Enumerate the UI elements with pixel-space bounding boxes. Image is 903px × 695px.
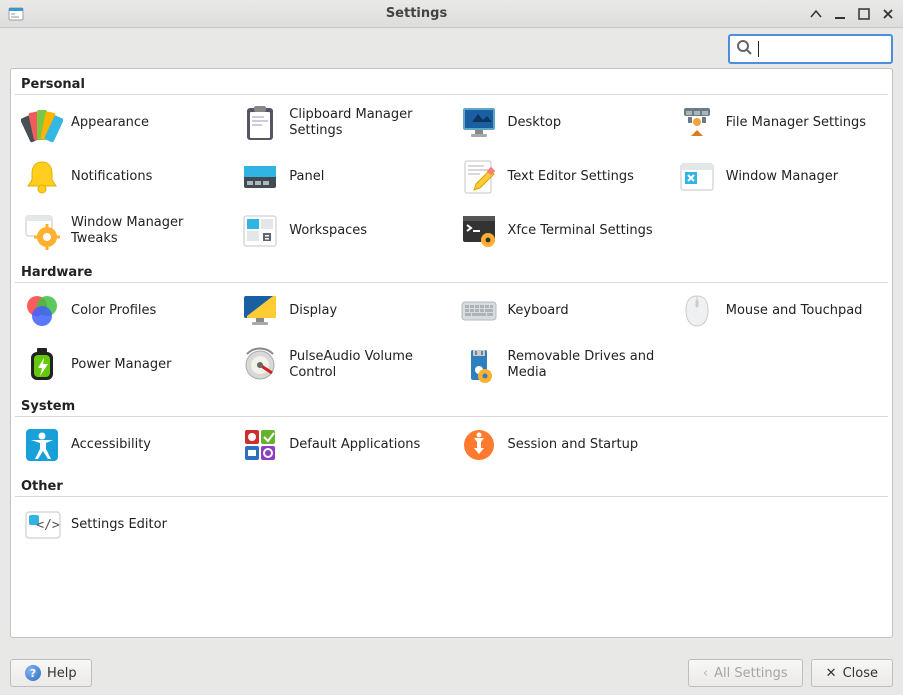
item-label: Color Profiles: [71, 303, 156, 319]
section-other: Settings Editor: [15, 499, 888, 551]
search-box[interactable]: [728, 34, 893, 64]
display-icon: [239, 290, 281, 332]
item-label: Settings Editor: [71, 517, 167, 533]
maximize-button[interactable]: [857, 7, 871, 21]
file-manager-icon: [676, 102, 718, 144]
section-system: Accessibility Default Applications Sessi…: [15, 419, 888, 471]
item-default-applications[interactable]: Default Applications: [235, 419, 449, 471]
item-label: PulseAudio Volume Control: [289, 349, 445, 382]
item-file-manager-settings[interactable]: File Manager Settings: [672, 97, 886, 149]
item-label: Display: [289, 303, 337, 319]
item-label: Power Manager: [71, 357, 171, 373]
text-cursor: [758, 41, 759, 57]
item-label: Workspaces: [289, 223, 367, 239]
item-label: Window Manager Tweaks: [71, 215, 227, 248]
item-label: Removable Drives and Media: [508, 349, 664, 382]
item-label: Accessibility: [71, 437, 151, 453]
item-display[interactable]: Display: [235, 285, 449, 337]
item-desktop[interactable]: Desktop: [454, 97, 668, 149]
help-button[interactable]: ? Help: [10, 659, 92, 687]
item-label: Window Manager: [726, 169, 838, 185]
minimize-button[interactable]: [833, 7, 847, 21]
panel-icon: [239, 156, 281, 198]
item-appearance[interactable]: Appearance: [17, 97, 231, 149]
item-label: Default Applications: [289, 437, 420, 453]
mouse-icon: [676, 290, 718, 332]
section-header-other: Other: [15, 471, 888, 496]
item-accessibility[interactable]: Accessibility: [17, 419, 231, 471]
item-label: Session and Startup: [508, 437, 639, 453]
all-settings-button: ‹ All Settings: [688, 659, 803, 687]
color-icon: [21, 290, 63, 332]
item-session-and-startup[interactable]: Session and Startup: [454, 419, 668, 471]
item-label: File Manager Settings: [726, 115, 866, 131]
bell-icon: [21, 156, 63, 198]
item-label: Notifications: [71, 169, 152, 185]
section-personal: Appearance Clipboard Manager Settings De…: [15, 97, 888, 257]
power-icon: [21, 344, 63, 386]
item-window-manager[interactable]: Window Manager: [672, 151, 886, 203]
settings-editor-icon: [21, 504, 63, 546]
search-row: [0, 28, 903, 68]
search-icon: [736, 39, 752, 59]
keyboard-icon: [458, 290, 500, 332]
default-apps-icon: [239, 424, 281, 466]
section-header-personal: Personal: [15, 69, 888, 94]
item-clipboard-manager-settings[interactable]: Clipboard Manager Settings: [235, 97, 449, 149]
item-mouse-and-touchpad[interactable]: Mouse and Touchpad: [672, 285, 886, 337]
volume-icon: [239, 344, 281, 386]
all-settings-label: All Settings: [714, 666, 788, 681]
item-label: Xfce Terminal Settings: [508, 223, 653, 239]
close-window-button[interactable]: [881, 7, 895, 21]
desktop-icon: [458, 102, 500, 144]
close-label: Close: [843, 666, 878, 681]
window-manager-icon: [676, 156, 718, 198]
workspaces-icon: [239, 210, 281, 252]
item-label: Text Editor Settings: [508, 169, 634, 185]
item-power-manager[interactable]: Power Manager: [17, 339, 231, 391]
item-settings-editor[interactable]: Settings Editor: [17, 499, 231, 551]
item-panel[interactable]: Panel: [235, 151, 449, 203]
rocket-icon: [458, 424, 500, 466]
item-keyboard[interactable]: Keyboard: [454, 285, 668, 337]
item-pulseaudio-volume-control[interactable]: PulseAudio Volume Control: [235, 339, 449, 391]
item-label: Panel: [289, 169, 324, 185]
rollup-button[interactable]: [809, 7, 823, 21]
usb-icon: [458, 344, 500, 386]
text-editor-icon: [458, 156, 500, 198]
section-hardware: Color Profiles Display Keyboard Mouse an…: [15, 285, 888, 391]
clipboard-icon: [239, 102, 281, 144]
item-label: Clipboard Manager Settings: [289, 107, 445, 140]
wm-tweaks-icon: [21, 210, 63, 252]
item-text-editor-settings[interactable]: Text Editor Settings: [454, 151, 668, 203]
section-header-system: System: [15, 391, 888, 416]
help-label: Help: [47, 666, 77, 681]
section-header-hardware: Hardware: [15, 257, 888, 282]
close-icon: ✕: [826, 666, 837, 681]
item-workspaces[interactable]: Workspaces: [235, 205, 449, 257]
appearance-icon: [21, 102, 63, 144]
chevron-left-icon: ‹: [703, 666, 708, 681]
item-label: Keyboard: [508, 303, 569, 319]
item-label: Appearance: [71, 115, 149, 131]
settings-panel: Personal Appearance Clipboard Manager Se…: [10, 68, 893, 638]
close-button[interactable]: ✕ Close: [811, 659, 893, 687]
help-icon: ?: [25, 665, 41, 681]
item-label: Desktop: [508, 115, 562, 131]
accessibility-icon: [21, 424, 63, 466]
terminal-icon: [458, 210, 500, 252]
item-removable-drives-and-media[interactable]: Removable Drives and Media: [454, 339, 668, 391]
window-title: Settings: [24, 6, 809, 21]
titlebar: Settings: [0, 0, 903, 28]
item-label: Mouse and Touchpad: [726, 303, 863, 319]
item-color-profiles[interactable]: Color Profiles: [17, 285, 231, 337]
item-xfce-terminal-settings[interactable]: Xfce Terminal Settings: [454, 205, 668, 257]
app-icon: [8, 6, 24, 22]
footer: ? Help ‹ All Settings ✕ Close: [0, 655, 903, 695]
search-input[interactable]: [765, 41, 885, 58]
item-notifications[interactable]: Notifications: [17, 151, 231, 203]
item-window-manager-tweaks[interactable]: Window Manager Tweaks: [17, 205, 231, 257]
